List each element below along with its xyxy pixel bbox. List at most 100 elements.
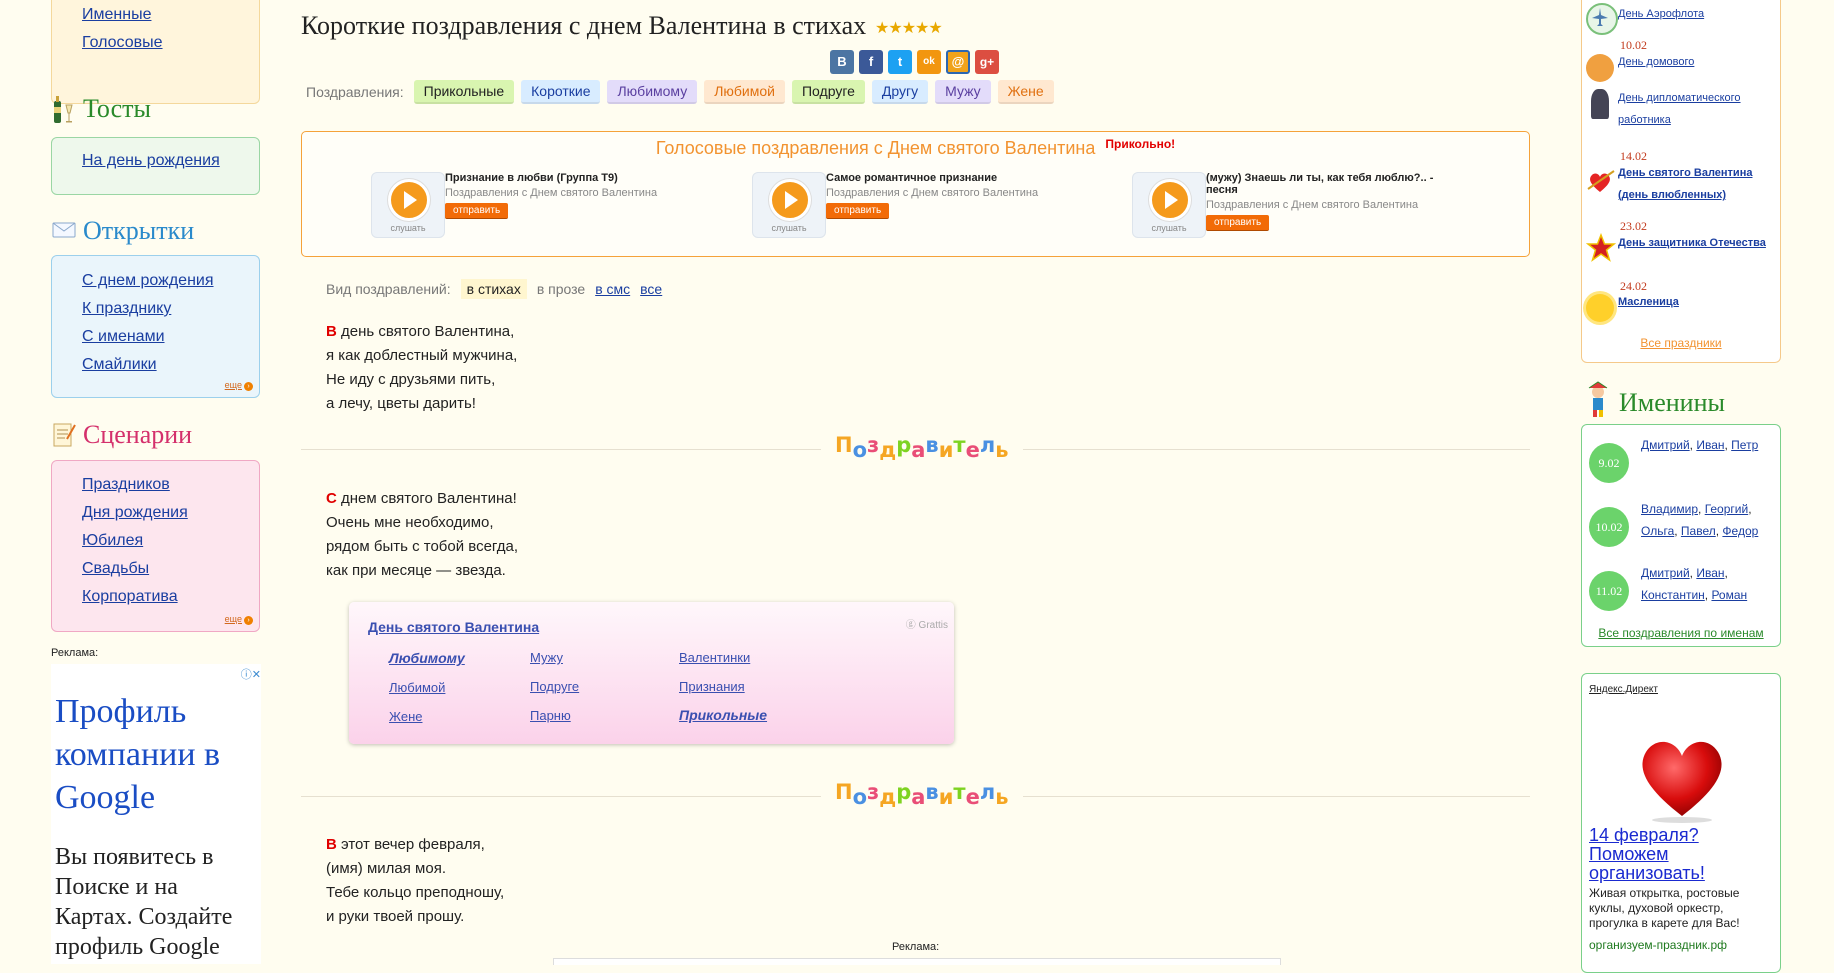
listen-player[interactable]: слушать xyxy=(1132,172,1206,238)
holiday-link[interactable]: День защитника Отечества xyxy=(1618,232,1778,254)
kind-prose[interactable]: в прозе xyxy=(537,281,585,297)
name-link[interactable]: Петр xyxy=(1731,438,1758,452)
link-golosovye[interactable]: Голосовые xyxy=(82,29,163,57)
category-lubimoy[interactable]: Любимой xyxy=(704,80,785,104)
scenarios-more-link[interactable]: еще › xyxy=(225,614,253,625)
yd-headline[interactable]: 14 февраля? Поможем организовать! xyxy=(1589,826,1729,883)
scenario-link-holidays[interactable]: Праздников xyxy=(82,471,170,499)
holiday-link[interactable]: День Аэрофлота xyxy=(1618,3,1778,25)
widget-link-podruge[interactable]: Подруге xyxy=(530,679,579,694)
google-plus-share-button[interactable]: g+ xyxy=(975,50,999,74)
holiday-link[interactable]: Масленица xyxy=(1618,291,1778,313)
send-button[interactable]: отправить xyxy=(826,203,890,219)
name-link[interactable]: Иван xyxy=(1696,566,1724,580)
widget-link-prikolnye[interactable]: Прикольные xyxy=(679,707,767,723)
widget-link-lubimomu[interactable]: Любимому xyxy=(389,650,465,666)
all-names-link[interactable]: Все поздравления по именам xyxy=(1582,626,1780,640)
widget-link-priznaniya[interactable]: Признания xyxy=(679,679,745,694)
category-lubimomu[interactable]: Любимому xyxy=(607,80,698,104)
category-zhene[interactable]: Жене xyxy=(997,80,1054,104)
name-link[interactable]: Павел xyxy=(1681,524,1716,538)
listen-player[interactable]: слушать xyxy=(752,172,826,238)
twitter-share-button[interactable]: t xyxy=(888,50,912,74)
ad-headline[interactable]: Профиль компании в Google xyxy=(55,690,255,819)
mailru-share-button[interactable]: @ xyxy=(946,50,970,74)
separator-letter: в xyxy=(925,780,939,804)
widget-link-parnyu[interactable]: Парню xyxy=(530,708,571,723)
name-link[interactable]: Георгий xyxy=(1705,502,1749,516)
card-link-names[interactable]: С именами xyxy=(82,323,165,351)
widget-link-valentinki[interactable]: Валентинки xyxy=(679,650,750,665)
yandex-direct-label[interactable]: Яндекс.Директ xyxy=(1589,684,1658,695)
kind-filter: Вид поздравлений: в стихах в прозе в смс… xyxy=(326,279,662,299)
heart-image xyxy=(1632,724,1732,824)
card-link-smileys[interactable]: Смайлики xyxy=(82,351,157,379)
card-link-holiday[interactable]: К празднику xyxy=(82,295,171,323)
category-podruge[interactable]: Подруге xyxy=(791,80,865,104)
holiday-link[interactable]: День дипломатического работника xyxy=(1618,87,1778,131)
name-link[interactable]: Роман xyxy=(1711,588,1747,602)
send-button[interactable]: отправить xyxy=(1206,215,1270,231)
poem-line: (имя) милая моя. xyxy=(326,860,446,877)
ad-info-icons[interactable]: ⓘ✕ xyxy=(241,666,261,682)
voice-item: слушать (мужу) Знаешь ли ты, как тебя лю… xyxy=(1132,172,1462,244)
poem-line: я как доблестный мужчина, xyxy=(326,347,518,364)
yd-domain[interactable]: организуем-праздник.рф xyxy=(1589,938,1727,952)
name-link[interactable]: Федор xyxy=(1722,524,1758,538)
poem-first-letter: В xyxy=(326,323,337,340)
poem-line: днем святого Валентина! xyxy=(336,490,517,507)
nameday-names: Дмитрий, Иван, Петр xyxy=(1641,438,1759,452)
holiday-link[interactable]: День святого Валентина (день влюбленных) xyxy=(1618,162,1778,206)
left-ad-label: Реклама: xyxy=(51,647,99,659)
left-ad[interactable]: ⓘ✕ Профиль компании в Google Вы появитес… xyxy=(51,664,261,964)
toast-link-birthday[interactable]: На день рождения xyxy=(82,147,220,175)
link-imennye[interactable]: Именные xyxy=(82,1,151,29)
name-link[interactable]: Дмитрий xyxy=(1641,438,1690,452)
separator-letter: о xyxy=(852,785,868,809)
separator-letter: П xyxy=(835,433,853,457)
play-icon[interactable] xyxy=(769,179,811,221)
all-holidays-link[interactable]: Все праздники xyxy=(1582,336,1780,350)
category-korotkie[interactable]: Короткие xyxy=(521,80,601,104)
name-link[interactable]: Дмитрий xyxy=(1641,566,1690,580)
widget-title-link[interactable]: День святого Валентина xyxy=(368,619,539,635)
yandex-direct-ad[interactable]: Яндекс.Директ 14 февраля? Поможем органи… xyxy=(1581,673,1781,973)
namedays-title: Именины xyxy=(1583,380,1725,425)
holiday-link[interactable]: День домового xyxy=(1618,51,1778,73)
play-icon[interactable] xyxy=(388,179,430,221)
scenario-link-wedding[interactable]: Свадьбы xyxy=(82,555,149,583)
kind-sms[interactable]: в смс xyxy=(595,281,630,297)
odnoklassniki-share-button[interactable]: ok xyxy=(917,50,941,74)
kind-label: Вид поздравлений: xyxy=(326,281,451,297)
name-link[interactable]: Иван xyxy=(1696,438,1724,452)
category-muzhu[interactable]: Мужу xyxy=(935,80,991,104)
widget-link-zhene[interactable]: Жене xyxy=(389,709,422,724)
scenario-link-jubilee[interactable]: Юбилея xyxy=(82,527,143,555)
arrow-icon: › xyxy=(244,382,253,391)
toasts-title: Тосты xyxy=(51,94,151,124)
send-button[interactable]: отправить xyxy=(445,203,509,219)
ad-body: Вы появитесь в Поиске и на Картах. Созда… xyxy=(55,844,233,960)
kind-verse[interactable]: в стихах xyxy=(460,279,527,299)
scenario-link-birthday[interactable]: Дня рождения xyxy=(82,499,188,527)
card-link-birthday[interactable]: С днем рождения xyxy=(82,267,214,295)
facebook-share-button[interactable]: f xyxy=(859,50,883,74)
play-icon[interactable] xyxy=(1149,179,1191,221)
rating-stars[interactable]: ★★★★★ xyxy=(875,18,943,38)
separator-letter: и xyxy=(938,438,954,462)
category-drugu[interactable]: Другу xyxy=(871,80,929,104)
vk-share-button[interactable]: В xyxy=(830,50,854,74)
name-link[interactable]: Ольга xyxy=(1641,524,1674,538)
widget-link-lubimoy[interactable]: Любимой xyxy=(389,680,445,695)
domovoy-icon xyxy=(1586,54,1614,82)
name-link[interactable]: Константин xyxy=(1641,588,1705,602)
separator-letter: ь xyxy=(995,785,1009,809)
category-prikolnye[interactable]: Прикольные xyxy=(413,80,515,104)
cards-more-link[interactable]: еще › xyxy=(225,380,253,391)
name-link[interactable]: Владимир xyxy=(1641,502,1698,516)
scenario-link-corporate[interactable]: Корпоратива xyxy=(82,583,178,611)
kind-all[interactable]: все xyxy=(640,281,662,297)
sun-icon xyxy=(1586,294,1614,322)
listen-player[interactable]: слушать xyxy=(371,172,445,238)
widget-link-muzhu[interactable]: Мужу xyxy=(530,650,563,665)
